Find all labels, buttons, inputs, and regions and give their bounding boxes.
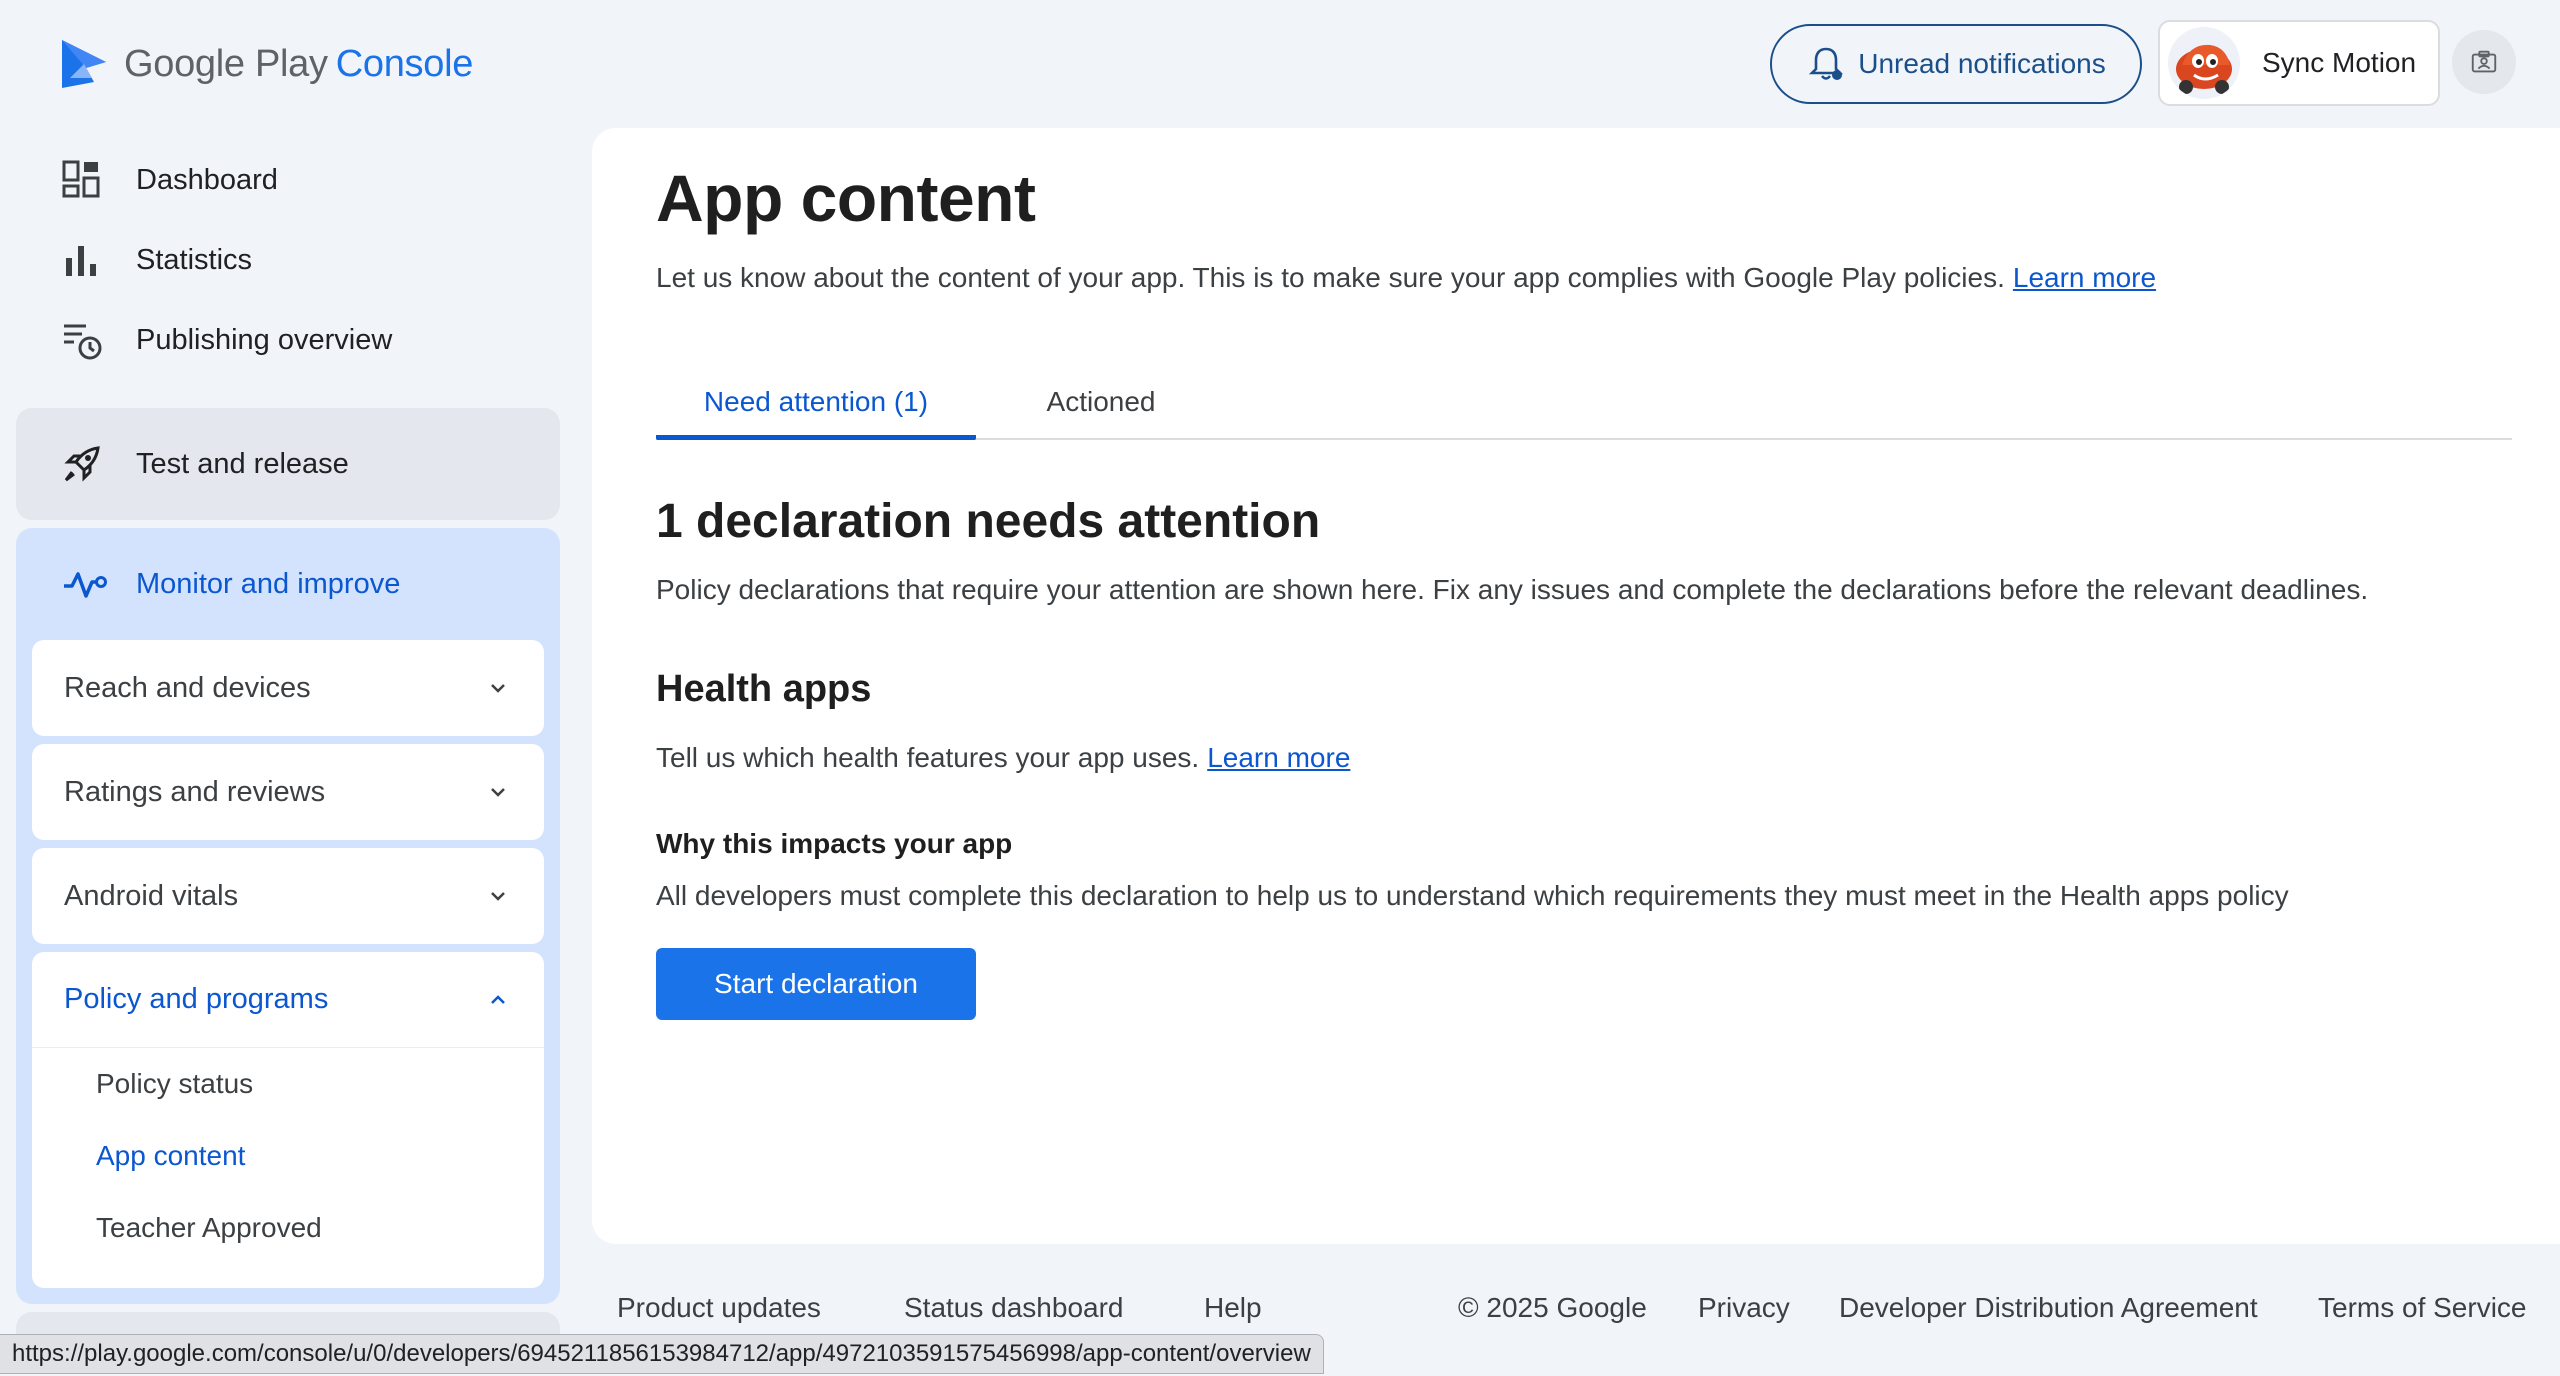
sidebar-item-policy-status[interactable]: Policy status <box>32 1048 544 1120</box>
chevron-down-icon <box>491 684 505 693</box>
sidebar-group-monitor-and-improve: Monitor and improve Reach and devices Ra… <box>16 528 560 1304</box>
footer-status-dashboard-link[interactable]: Status dashboard <box>904 1292 1124 1332</box>
why-impacts-title: Why this impacts your app <box>656 828 1013 859</box>
bar-chart-icon <box>66 246 96 276</box>
footer-tos-link[interactable]: Terms of Service <box>2318 1292 2527 1332</box>
publishing-overview-icon <box>64 324 102 360</box>
tab-actioned[interactable]: Actioned <box>1006 376 1196 440</box>
page-title: App content <box>656 161 1036 235</box>
status-bar-url: https://play.google.com/console/u/0/deve… <box>0 1334 1324 1374</box>
footer-dda-link[interactable]: Developer Distribution Agreement <box>1839 1292 2258 1332</box>
unread-notifications-button[interactable]: Unread notifications <box>1770 24 2142 104</box>
google-play-console-logo[interactable]: Google Play Console <box>60 38 473 90</box>
chevron-down-icon <box>491 788 505 797</box>
tabs-bar: Need attention (1) Actioned <box>656 376 2512 440</box>
main-content-panel: App content Let us know about the conten… <box>592 128 2560 1244</box>
sidebar-section-ratings-and-reviews[interactable]: Ratings and reviews <box>32 744 544 840</box>
sidebar-section-reach-and-devices[interactable]: Reach and devices <box>32 640 544 736</box>
footer-product-updates-link[interactable]: Product updates <box>617 1292 821 1332</box>
sidebar-section-android-vitals[interactable]: Android vitals <box>32 848 544 944</box>
sidebar-item-app-content[interactable]: App content <box>32 1120 544 1192</box>
sidebar-item-teacher-approved[interactable]: Teacher Approved <box>32 1192 544 1264</box>
start-declaration-button[interactable]: Start declaration <box>656 948 976 1020</box>
chevron-down-icon <box>491 892 505 901</box>
account-name: Sync Motion <box>2262 47 2417 78</box>
sidebar-item-monitor-and-improve[interactable]: Monitor and improve <box>16 528 560 640</box>
monitor-pulse-icon <box>64 572 107 598</box>
sidebar-item-test-and-release[interactable]: Test and release <box>16 408 560 520</box>
contact-card-icon <box>2471 50 2497 73</box>
health-apps-description: Tell us which health features your app u… <box>656 742 1351 773</box>
page-description: Let us know about the content of your ap… <box>656 262 2157 293</box>
account-avatar <box>2168 27 2240 99</box>
account-switcher[interactable]: Sync Motion <box>2158 20 2440 106</box>
tab-need-attention[interactable]: Need attention (1) <box>656 376 976 440</box>
section-description: Policy declarations that require your at… <box>656 574 2369 605</box>
sidebar-item-statistics[interactable]: Statistics <box>0 220 560 300</box>
sidebar-section-policy-and-programs: Policy and programs Policy status App co… <box>32 952 544 1288</box>
contact-card-button[interactable] <box>2452 30 2516 94</box>
bell-icon <box>1809 47 1844 80</box>
footer-privacy-link[interactable]: Privacy <box>1698 1292 1790 1332</box>
sidebar-item-dashboard[interactable]: Dashboard <box>0 140 560 220</box>
footer-copyright: © 2025 Google <box>1458 1292 1647 1323</box>
play-console-logo-icon <box>62 40 106 88</box>
health-learn-more-link[interactable]: Learn more <box>1207 742 1350 773</box>
dashboard-icon <box>62 160 100 198</box>
chevron-up-icon <box>491 994 505 1004</box>
sidebar-item-publishing-overview[interactable]: Publishing overview <box>0 300 560 380</box>
footer-help-link[interactable]: Help <box>1204 1292 1262 1332</box>
sidebar-nav: Dashboard Statistics Publishing overview <box>0 140 560 380</box>
policy-and-programs-header[interactable]: Policy and programs <box>32 952 544 1048</box>
health-apps-title: Health apps <box>656 668 872 710</box>
rocket-icon <box>64 446 100 482</box>
section-title: 1 declaration needs attention <box>656 495 1321 548</box>
learn-more-link[interactable]: Learn more <box>2013 262 2156 293</box>
why-impacts-description: All developers must complete this declar… <box>656 880 2289 911</box>
logo-text: Google Play Console <box>124 42 474 85</box>
